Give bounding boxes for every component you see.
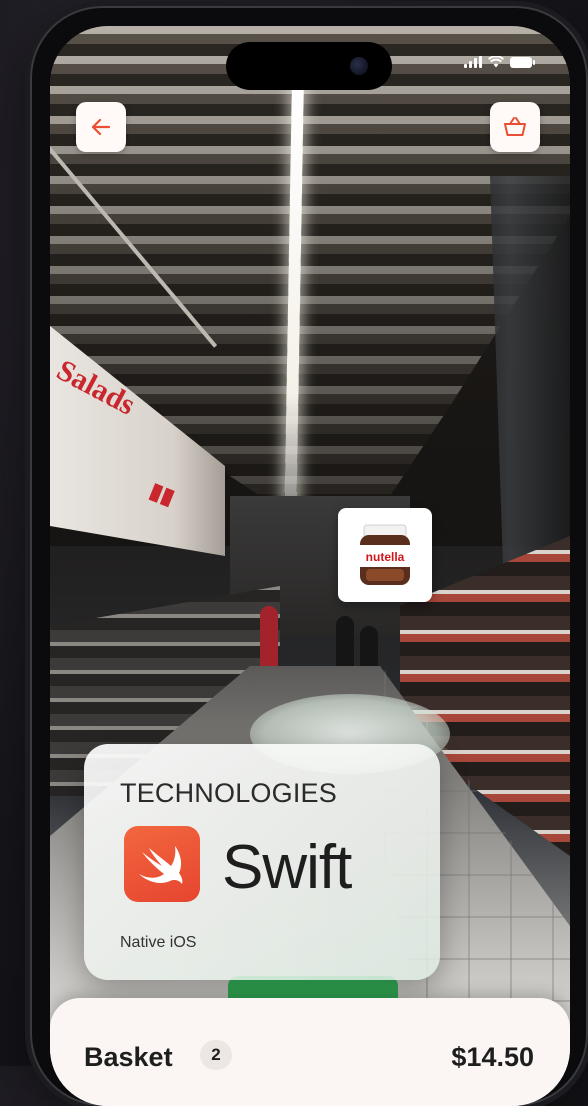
arrow-left-icon <box>91 118 111 136</box>
basket-panel[interactable]: Basket 2 $14.50 <box>50 998 570 1106</box>
dynamic-island <box>226 42 392 90</box>
shopper-figure <box>260 606 278 676</box>
swift-logo-icon <box>124 826 200 902</box>
basket-icon <box>504 117 526 136</box>
basket-label: Basket <box>84 1042 173 1072</box>
back-button[interactable] <box>76 102 126 152</box>
nutella-jar-icon: nutella <box>360 524 410 585</box>
technology-name: Swift <box>222 833 352 902</box>
technology-subtitle: Native iOS <box>120 934 197 951</box>
battery-icon <box>510 56 535 68</box>
status-bar-icons <box>464 56 535 68</box>
product-label: nutella <box>366 550 405 564</box>
basket-button[interactable] <box>490 102 540 152</box>
app-screen: Salads ▮▮ nutella TECHNOLOGIES Swift Nat… <box>50 26 570 1106</box>
technologies-card: TECHNOLOGIES Swift Native iOS <box>84 744 440 980</box>
signal-bars-icon <box>464 56 482 68</box>
tech-card-heading: TECHNOLOGIES <box>120 778 337 808</box>
wifi-icon <box>488 56 504 68</box>
ar-product-marker[interactable]: nutella <box>338 508 432 602</box>
front-camera <box>350 57 368 75</box>
basket-total: $14.50 <box>451 1042 534 1072</box>
